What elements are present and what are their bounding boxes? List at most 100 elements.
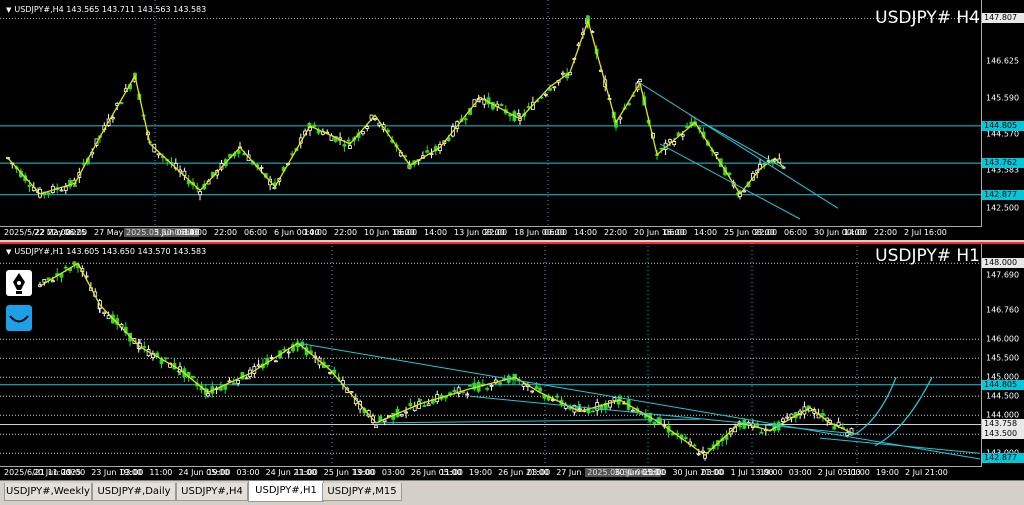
candle-body bbox=[111, 117, 115, 120]
candle-body bbox=[63, 266, 68, 269]
collapse-triangle-icon[interactable]: ▼ bbox=[6, 6, 11, 14]
candle-body bbox=[612, 397, 617, 402]
time-label: 11:00 bbox=[846, 468, 870, 477]
candle-body bbox=[256, 364, 261, 367]
projection-curve bbox=[874, 377, 933, 447]
chart-header-h1: ▼ USDJPY#,H1 143.605 143.650 143.570 143.… bbox=[6, 247, 206, 256]
candle-body bbox=[672, 141, 677, 145]
candle-body bbox=[244, 377, 249, 380]
candle-body bbox=[425, 150, 430, 153]
candle-body bbox=[498, 382, 503, 385]
time-label: 22:00 bbox=[484, 228, 508, 237]
chart-window-h4[interactable]: ▼ USDJPY#,H4 143.565 143.711 143.563 143.… bbox=[0, 0, 1024, 240]
price-tag: 147.807 bbox=[982, 13, 1024, 24]
candle-body bbox=[418, 399, 422, 401]
candle-body bbox=[365, 126, 370, 129]
candle-body bbox=[742, 190, 747, 193]
price-plot-h1[interactable] bbox=[0, 242, 982, 467]
pen-tool-icon[interactable] bbox=[6, 270, 32, 296]
candle-body bbox=[63, 186, 68, 191]
price-tag: 143.500 bbox=[982, 429, 1024, 440]
time-label: 06:00 bbox=[244, 228, 268, 237]
price-scale-h4[interactable]: 147.807146.625145.590144.570143.583142.5… bbox=[981, 0, 1024, 240]
candle-body bbox=[374, 425, 378, 428]
chart-tab[interactable]: USDJPY#,H4 bbox=[176, 483, 248, 501]
time-label: 19:00 bbox=[352, 468, 376, 477]
candle-body bbox=[526, 106, 531, 108]
candle-body bbox=[489, 385, 494, 387]
time-label: 22:00 bbox=[874, 228, 898, 237]
candle-body bbox=[408, 403, 413, 407]
candle-body bbox=[46, 192, 51, 195]
projection-curve bbox=[854, 377, 897, 435]
time-label: 06:00 bbox=[544, 228, 568, 237]
chart-tab[interactable]: USDJPY#,H1 bbox=[248, 481, 324, 502]
price-tick-label: 146.760 bbox=[986, 305, 1020, 315]
time-label: 11:00 bbox=[643, 468, 667, 477]
candle-body bbox=[652, 421, 657, 424]
price-scale-h1[interactable]: 148.000147.690146.760146.000145.500145.0… bbox=[981, 242, 1024, 480]
candle-body bbox=[119, 102, 124, 105]
candle-body bbox=[543, 93, 548, 96]
candle-body bbox=[785, 416, 790, 419]
chart-tab[interactable]: USDJPY#,Daily bbox=[92, 483, 176, 501]
candle-body bbox=[485, 388, 490, 390]
price-plot-h4[interactable] bbox=[0, 0, 982, 227]
chart-window-h1[interactable]: ▼ USDJPY#,H1 143.605 143.650 143.570 143.… bbox=[0, 242, 1024, 480]
collapse-triangle-icon[interactable]: ▼ bbox=[6, 248, 11, 256]
symbol-watermark-h4: USDJPY# H4 bbox=[875, 8, 980, 28]
time-axis-h4[interactable]: 2025/5/22 22:00 22 May 2025 06:00 27 May 00… bbox=[0, 226, 982, 240]
candle-body bbox=[59, 189, 64, 192]
candle-body bbox=[346, 139, 351, 142]
candle-body bbox=[156, 153, 161, 156]
candle-body bbox=[312, 124, 317, 128]
ohlc-readout: USDJPY#,H4 143.565 143.711 143.563 143.5… bbox=[14, 5, 207, 14]
candle-body bbox=[680, 134, 685, 137]
time-label: 14:00 bbox=[694, 228, 718, 237]
arc-tool-icon[interactable] bbox=[6, 305, 32, 331]
time-label: 03:00 bbox=[236, 468, 260, 477]
time-label: 2 Jul 16:00 bbox=[904, 228, 947, 237]
time-axis-h1[interactable]: 2025/6/21 11:00 20 Jun 2025 19:00 23 Jun 19… bbox=[0, 466, 982, 480]
time-label: 14:00 bbox=[184, 228, 208, 237]
time-label: 22:00 bbox=[214, 228, 238, 237]
trend-channel-line bbox=[297, 342, 981, 460]
price-tag: 148.000 bbox=[982, 258, 1024, 269]
trend-channel-line bbox=[819, 437, 981, 454]
candle-body bbox=[51, 280, 55, 283]
candle-body bbox=[452, 389, 457, 393]
time-label: 06:00 bbox=[64, 228, 88, 237]
candle-body bbox=[696, 453, 701, 456]
time-label: 14:00 bbox=[304, 228, 328, 237]
candle-body bbox=[259, 166, 264, 169]
time-label: 19:00 bbox=[62, 468, 86, 477]
time-label: 19:00 bbox=[207, 468, 231, 477]
candle-body bbox=[142, 346, 147, 348]
candle-body bbox=[348, 145, 352, 149]
time-label: 14:00 bbox=[574, 228, 598, 237]
price-tag: 144.805 bbox=[982, 120, 1024, 131]
candle-body bbox=[683, 437, 688, 439]
candle-body bbox=[499, 104, 504, 106]
candle-body bbox=[701, 450, 705, 453]
candle-body bbox=[521, 383, 526, 387]
candle-body bbox=[836, 421, 841, 427]
candle-body bbox=[273, 360, 278, 363]
candle-body bbox=[555, 395, 560, 398]
candle-body bbox=[552, 86, 557, 89]
chart-tab[interactable]: USDJPY#,M15 bbox=[322, 483, 402, 501]
time-label: 06:00 bbox=[664, 228, 688, 237]
candle-body bbox=[269, 356, 274, 359]
price-tag: 142.877 bbox=[982, 452, 1024, 463]
price-tick-label: 147.690 bbox=[986, 270, 1020, 280]
candle-body bbox=[73, 185, 77, 187]
candle-body bbox=[530, 390, 535, 393]
candle-body bbox=[286, 351, 291, 354]
time-label: 03:00 bbox=[788, 468, 812, 477]
chart-tab[interactable]: USDJPY#,Weekly bbox=[4, 483, 92, 501]
price-tag: 144.805 bbox=[982, 379, 1024, 390]
candle-body bbox=[102, 311, 107, 315]
time-label: 19:00 bbox=[469, 468, 493, 477]
candle-body bbox=[534, 386, 539, 389]
price-tick-label: 146.625 bbox=[986, 56, 1020, 66]
